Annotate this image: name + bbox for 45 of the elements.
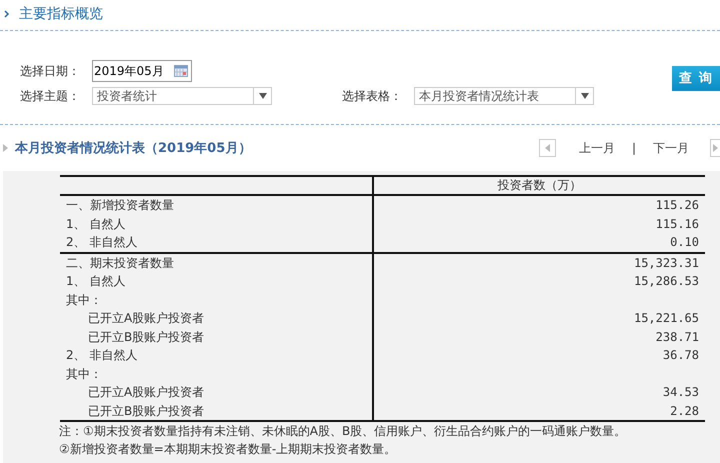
value-cell: 238.71 <box>656 330 699 344</box>
chevron-icon <box>4 10 10 18</box>
calendar-icon <box>174 65 188 77</box>
row-label: 2、 非自然人 <box>66 348 138 362</box>
row-label: 已开立B股账户投资者 <box>88 330 204 344</box>
value-cell: 2.28 <box>670 404 699 418</box>
value-cell: 0.10 <box>670 235 699 250</box>
previous-month-link[interactable]: 上一月 <box>578 140 615 156</box>
row-label: 1、 自然人 <box>66 274 126 288</box>
row-label: 其中： <box>66 292 102 307</box>
chevron-icon <box>3 144 8 152</box>
value-cell: 115.16 <box>656 216 699 231</box>
row-label: 已开立B股账户投资者 <box>88 404 204 418</box>
value-cell: 36.78 <box>662 348 699 362</box>
footnote: ②新增投资者数量=本期期末投资者数量-上期期末投资者数量。 <box>59 441 398 458</box>
value-cell: 115.26 <box>656 198 699 212</box>
row-label: 1、 自然人 <box>66 216 126 231</box>
table-dropdown[interactable]: 本月投资者情况统计表 <box>414 87 594 105</box>
separator: | <box>632 141 636 155</box>
topic-label: 选择主题： <box>20 88 81 104</box>
value-cell: 15,221.65 <box>634 311 699 326</box>
row-label: 已开立A股账户投资者 <box>88 311 204 326</box>
row-label: 一、新增投资者数量 <box>66 198 174 212</box>
footnote: 注：①期末投资者数量指持有未注销、未休眠的A股、B股、信用账户、衍生品合约账户的一码通账户数量。 <box>59 423 628 440</box>
topic-dropdown[interactable]: 投资者统计 <box>92 87 272 105</box>
value-cell: 15,323.31 <box>634 256 699 270</box>
row-label: 2、 非自然人 <box>66 235 138 250</box>
section-title: 本月投资者情况统计表（2019年05月） <box>15 140 252 157</box>
value-cell: 34.53 <box>662 385 699 400</box>
next-month-link[interactable]: 下一月 <box>653 140 689 156</box>
row-label: 其中： <box>66 366 102 381</box>
date-label: 选择日期： <box>20 62 81 80</box>
row-label: 二、期末投资者数量 <box>66 256 174 270</box>
previous-button[interactable] <box>538 139 556 157</box>
right-arrow-icon <box>713 144 718 152</box>
left-arrow-icon <box>544 144 550 152</box>
value-cell: 15,286.53 <box>634 274 699 288</box>
dropdown-arrow-icon <box>258 93 266 99</box>
row-label: 已开立A股账户投资者 <box>88 385 204 400</box>
page-title: 主要指标概览 <box>19 5 103 23</box>
date-field[interactable]: 2019年05月 <box>92 60 192 82</box>
table-label: 选择表格： <box>342 88 403 104</box>
next-button[interactable] <box>710 139 720 157</box>
dropdown-arrow-icon <box>580 93 588 99</box>
column-header: 投资者数（万） <box>498 178 582 192</box>
